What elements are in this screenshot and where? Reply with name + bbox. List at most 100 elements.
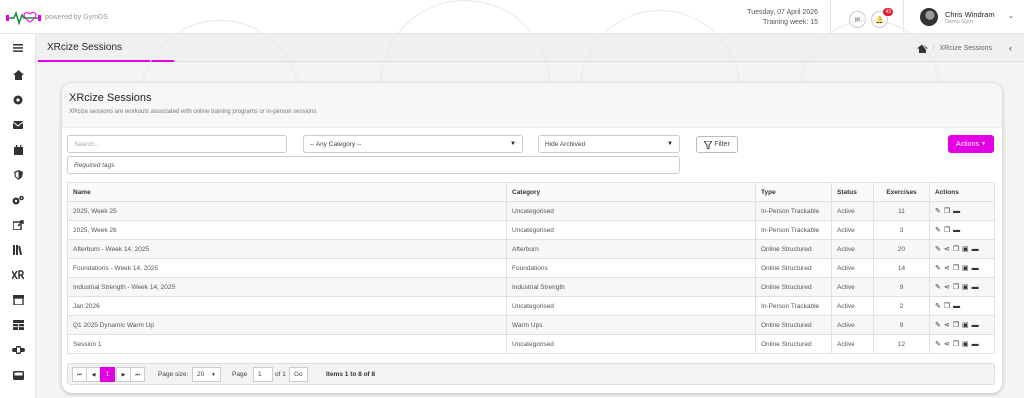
archive-icon[interactable]: ▬: [953, 208, 960, 215]
table-row[interactable]: 2025, Week 25 Uncategorised In-Person Trac…: [67, 201, 995, 221]
column-header-category[interactable]: Category: [506, 182, 756, 202]
pencil-icon[interactable]: ✎: [935, 226, 941, 234]
archived-select[interactable]: Hide Archived ▼: [538, 135, 680, 153]
inbox-icon[interactable]: [10, 368, 26, 382]
breadcrumb-current: XRcize Sessions: [939, 45, 992, 52]
copy-icon[interactable]: ❐: [944, 207, 950, 215]
calendar-icon[interactable]: [10, 143, 26, 157]
menu-toggle-icon[interactable]: [10, 41, 26, 55]
category-select[interactable]: -- Any Category -- ▼: [303, 135, 523, 153]
session-type: In-Person Trackable: [755, 220, 832, 240]
archive-icon[interactable]: ▬: [972, 341, 979, 348]
powered-by-text: powered by GymOS: [45, 14, 109, 21]
home-icon[interactable]: [10, 68, 26, 82]
table-row[interactable]: Foundations - Week 14, 2025 Foundations On…: [67, 258, 995, 278]
card-subtitle: XRcize sessions are workouts associated …: [69, 109, 317, 115]
items-summary: Items 1 to 8 of 8: [326, 371, 376, 378]
copy-icon[interactable]: ❐: [953, 321, 959, 329]
session-status: Active: [831, 315, 874, 335]
session-exercises: 14: [873, 258, 930, 278]
share-icon[interactable]: ⋖: [944, 245, 950, 253]
session-exercises: 12: [873, 334, 930, 354]
user-name[interactable]: Chris Windram: [945, 10, 995, 19]
archive-icon[interactable]: ▬: [953, 227, 960, 234]
last-page-icon[interactable]: ⏭: [130, 367, 145, 382]
copy-icon[interactable]: ❐: [953, 264, 959, 272]
table-row[interactable]: Session 1 Uncategorised Online Structured A…: [67, 334, 995, 354]
page-of-label: of 1: [275, 371, 286, 378]
copy-icon[interactable]: ❐: [944, 302, 950, 310]
calendar-icon[interactable]: ▣: [962, 321, 969, 329]
calendar-icon[interactable]: ▣: [962, 245, 969, 253]
calendar-icon[interactable]: ▣: [962, 264, 969, 272]
archive-icon[interactable]: ▬: [972, 246, 979, 253]
required-tags-input[interactable]: Required tags: [67, 156, 680, 174]
table-row[interactable]: 2025, Week 26 Uncategorised In-Person Trac…: [67, 220, 995, 240]
wristband-icon[interactable]: [10, 343, 26, 357]
shield-icon[interactable]: [10, 168, 26, 182]
prev-page-icon[interactable]: ◀: [86, 367, 101, 382]
pencil-icon[interactable]: ✎: [935, 340, 941, 348]
gymos-logo[interactable]: [6, 10, 42, 26]
column-header-status[interactable]: Status: [831, 182, 874, 202]
xrcize-icon[interactable]: [10, 268, 26, 282]
avatar[interactable]: [920, 8, 938, 26]
mail-icon[interactable]: [10, 118, 26, 132]
share-icon[interactable]: ⋖: [944, 340, 950, 348]
copy-icon[interactable]: ❐: [953, 340, 959, 348]
go-button[interactable]: Go: [289, 367, 308, 382]
session-type: Online Structured: [755, 334, 832, 354]
first-page-icon[interactable]: ⏮: [72, 367, 87, 382]
pencil-icon[interactable]: ✎: [935, 283, 941, 291]
session-name: Session 1: [67, 334, 507, 354]
dashboard-icon[interactable]: [10, 93, 26, 107]
copy-icon[interactable]: ❐: [944, 226, 950, 234]
pencil-icon[interactable]: ✎: [935, 207, 941, 215]
archive-icon[interactable]: ▬: [972, 322, 979, 329]
calendar-icon[interactable]: ▣: [962, 340, 969, 348]
share-icon[interactable]: ⋖: [944, 321, 950, 329]
share-icon[interactable]: ⋖: [944, 283, 950, 291]
session-status: Active: [831, 220, 874, 240]
archive-icon[interactable]: ▬: [953, 303, 960, 310]
copy-icon[interactable]: ❐: [953, 283, 959, 291]
table-row[interactable]: Afterburn - Week 14, 2025 Afterburn Online…: [67, 239, 995, 259]
column-header-actions: Actions: [929, 182, 995, 202]
copy-icon[interactable]: ❐: [953, 245, 959, 253]
pagination-bar: ⏮ ◀ 1 ▶ ⏭ Page size: 20 ▼ Page 1 of 1 Go…: [67, 363, 995, 385]
column-header-type[interactable]: Type: [755, 182, 832, 202]
session-type: Online Structured: [755, 277, 832, 297]
table-row[interactable]: Q1 2025 Dynamic Warm Up Warm Ups Online St…: [67, 315, 995, 335]
session-name: 2025, Week 26: [67, 220, 507, 240]
pencil-icon[interactable]: ✎: [935, 245, 941, 253]
pencil-icon[interactable]: ✎: [935, 321, 941, 329]
calendar-icon[interactable]: ▣: [962, 283, 969, 291]
page-number-current[interactable]: 1: [100, 367, 115, 382]
table-row[interactable]: Jan 2026 Uncategorised In-Person Trackable…: [67, 296, 995, 316]
user-menu-chevron-icon[interactable]: ⌄: [1008, 12, 1014, 20]
page-title: XRcize Sessions: [47, 42, 123, 53]
chevron-left-icon[interactable]: ‹: [1009, 43, 1012, 53]
table-header-row: Name Category Type Status Exercises Acti…: [67, 182, 995, 202]
filter-button[interactable]: Filter: [696, 136, 738, 153]
store-icon[interactable]: [10, 293, 26, 307]
page-size-select[interactable]: 20 ▼: [192, 367, 221, 382]
session-exercises: 9: [873, 315, 930, 335]
share-icon[interactable]: ⋖: [944, 264, 950, 272]
actions-button[interactable]: Actions ▼: [948, 135, 994, 153]
page-size-value: 20: [197, 371, 205, 378]
table-icon[interactable]: [10, 318, 26, 332]
pencil-icon[interactable]: ✎: [935, 264, 941, 272]
table-row[interactable]: Industrial Strength - Week 14, 2025 Indus…: [67, 277, 995, 297]
column-header-name[interactable]: Name: [67, 182, 507, 202]
page-number-input[interactable]: 1: [253, 367, 273, 382]
archive-icon[interactable]: ▬: [972, 284, 979, 291]
next-page-icon[interactable]: ▶: [116, 367, 131, 382]
library-icon[interactable]: [10, 243, 26, 257]
search-input[interactable]: Search...: [67, 135, 287, 153]
settings-icon[interactable]: [10, 193, 26, 207]
column-header-exercises[interactable]: Exercises: [873, 182, 930, 202]
export-icon[interactable]: [10, 218, 26, 232]
archive-icon[interactable]: ▬: [972, 265, 979, 272]
pencil-icon[interactable]: ✎: [935, 302, 941, 310]
